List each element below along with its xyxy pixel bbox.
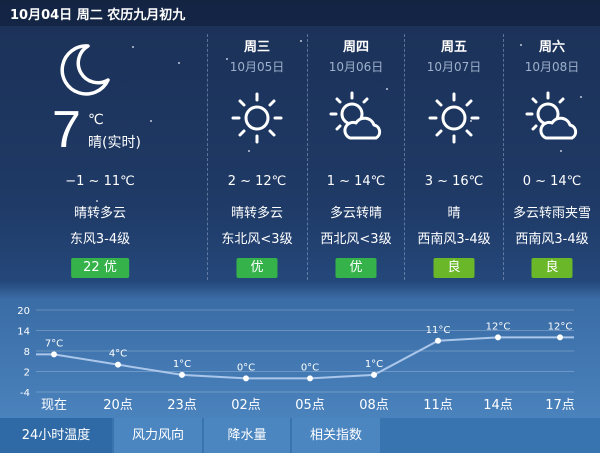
data-label: 0°C: [301, 362, 319, 373]
forecast-date: 10月06日: [328, 60, 384, 74]
x-tick-label: 02点: [231, 398, 261, 413]
forecast-temp-range: 1 ~ 14℃: [326, 174, 386, 189]
tab-precipitation[interactable]: 降水量: [204, 418, 290, 453]
aqi-badge: 良: [531, 258, 573, 278]
y-tick-label: -4: [20, 388, 30, 399]
forecast-day-1[interactable]: 周三 10月05日 2 ~ 12℃ 晴转多云 东北风<3级 优: [208, 26, 306, 284]
top-bar: 10月04日 周二 农历九月初九: [0, 0, 600, 26]
forecast-condition: 多云转雨夹雪: [512, 206, 591, 221]
data-label: 12°C: [548, 321, 573, 332]
temperature-point: [435, 337, 441, 344]
x-tick-label: 08点: [359, 398, 389, 413]
forecast-day-4[interactable]: 周六 10月08日 0 ~ 14℃ 多云转雨夹雪 西南风3-4级 良: [504, 26, 600, 284]
forecast-weekday: 周四: [342, 40, 369, 55]
x-tick-label: 05点: [295, 398, 325, 413]
temperature-point: [495, 334, 501, 341]
hourly-temperature-chart: 20 14 8 2 -4 7°C 4°C 1°C 0°C 0°C 1°C 11°C 12°C 12°C 现在…: [17, 306, 575, 413]
partly-cloudy-icon: [525, 91, 578, 140]
aqi-badge: 优: [335, 258, 377, 278]
forecast-condition: 多云转晴: [329, 206, 382, 221]
x-tick-label: 14点: [483, 398, 513, 413]
forecast-condition: 晴转多云: [230, 206, 283, 221]
forecast-condition: 晴: [447, 206, 461, 221]
data-label: 0°C: [237, 362, 255, 373]
today-temp-range: −1 ~ 11℃: [65, 174, 135, 189]
forecast-temp-range: 0 ~ 14℃: [522, 174, 582, 189]
temperature-point: [179, 371, 185, 378]
forecast-date: 10月05日: [229, 60, 285, 74]
temperature-point: [557, 334, 563, 341]
x-tick-label: 11点: [423, 398, 453, 413]
data-label: 1°C: [365, 359, 383, 370]
forecast-date: 10月08日: [524, 60, 580, 74]
forecast-temp-range: 2 ~ 12℃: [227, 174, 287, 189]
forecast-weekday: 周六: [538, 40, 565, 55]
forecast-date: 10月07日: [426, 60, 482, 74]
y-tick-label: 2: [24, 368, 30, 379]
sun-icon: [231, 92, 283, 144]
temperature-point: [115, 361, 121, 368]
x-tick-label: 现在: [41, 398, 67, 413]
chart-tab-bar: 24小时温度 风力风向 降水量 相关指数: [0, 418, 600, 453]
temperature-point: [51, 351, 57, 358]
forecast-weekday: 周三: [243, 40, 270, 55]
forecast-wind: 西南风3-4级: [417, 232, 491, 247]
data-label: 7°C: [45, 338, 63, 349]
x-tick-label: 23点: [167, 398, 197, 413]
data-label: 12°C: [486, 321, 511, 332]
data-label: 11°C: [426, 325, 451, 336]
forecast-wind: 西北风<3级: [320, 232, 392, 247]
temperature-point: [307, 375, 313, 382]
x-tick-label: 17点: [545, 398, 575, 413]
today-condition: 晴转多云: [73, 206, 126, 221]
temperature-point: [371, 371, 377, 378]
forecast-wind: 东北风<3级: [221, 232, 293, 247]
forecast-day-3[interactable]: 周五 10月07日 3 ~ 16℃ 晴 西南风3-4级 良: [405, 26, 503, 284]
data-label: 1°C: [173, 359, 191, 370]
forecast-temp-range: 3 ~ 16℃: [424, 174, 484, 189]
tab-wind[interactable]: 风力风向: [114, 418, 202, 453]
temperature-point: [243, 375, 249, 382]
y-tick-label: 20: [17, 306, 30, 317]
aqi-badge: 良: [433, 258, 475, 278]
today-aqi-badge: 22 优: [71, 258, 129, 278]
forecast-day-2[interactable]: 周四 10月06日 1 ~ 14℃ 多云转晴 西北风<3级 优: [308, 26, 404, 284]
today-wind: 东风3-4级: [69, 232, 131, 247]
x-tick-label: 20点: [103, 398, 133, 413]
current-date: 10月04日 周二 农历九月初九: [10, 8, 186, 23]
aqi-badge: 优: [236, 258, 278, 278]
y-tick-label: 14: [17, 327, 30, 338]
tab-24h-temperature[interactable]: 24小时温度: [0, 418, 112, 453]
data-label: 4°C: [109, 349, 127, 360]
forecast-weekday: 周五: [440, 40, 467, 55]
forecast-wind: 西南风3-4级: [515, 232, 589, 247]
today-details: −1 ~ 11℃ 晴转多云 东风3-4级 22 优: [0, 26, 200, 284]
tab-related-indices[interactable]: 相关指数: [292, 418, 380, 453]
sun-icon: [428, 92, 480, 144]
weather-widget: 10月04日 周二 农历九月初九 7 ℃ 晴(实时) −1 ~ 11℃ 晴转多云…: [0, 0, 600, 453]
partly-cloudy-icon: [329, 91, 382, 140]
y-tick-label: 8: [24, 347, 30, 358]
